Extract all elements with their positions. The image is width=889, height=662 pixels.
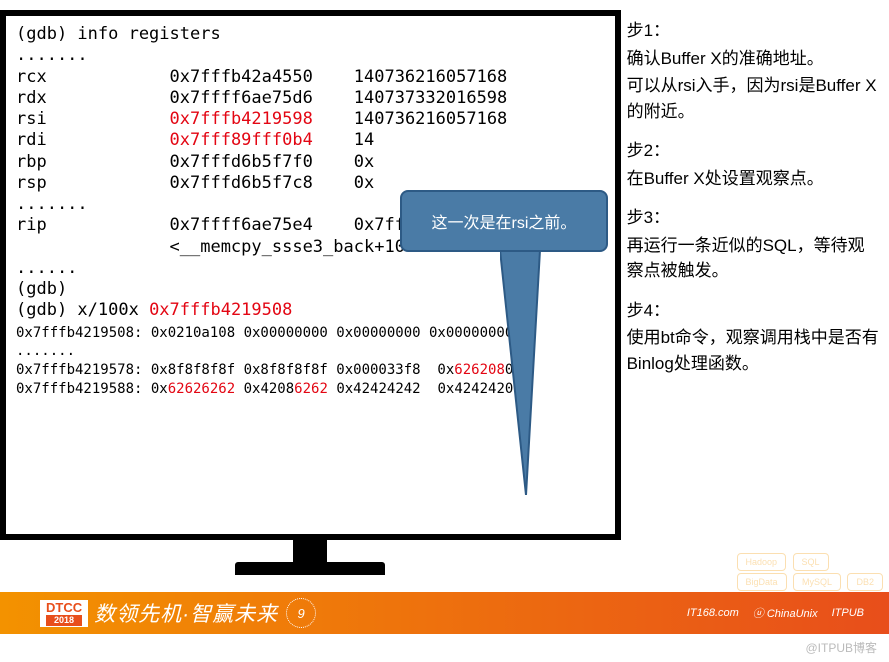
step-text: 在Buffer X处设置观察点。	[627, 166, 881, 192]
hex-tag: Hadoop	[737, 553, 787, 571]
dtcc-text: DTCC	[46, 601, 82, 614]
ellipsis: .......	[16, 45, 605, 66]
sponsor-logo: ⓤ ChinaUnix	[753, 605, 818, 621]
dtcc-year: 2018	[46, 615, 82, 626]
step-text: 可以从rsi入手，因为rsi是Buffer X的附近。	[627, 73, 881, 124]
reg-rdi-dec: 14	[313, 130, 374, 150]
hex-tag: MySQL	[793, 573, 841, 591]
step-1: 步1： 确认Buffer X的准确地址。 可以从rsi入手，因为rsi是Buff…	[627, 18, 881, 124]
step-text: 再运行一条近似的SQL，等待观察点被触发。	[627, 233, 881, 284]
step-3: 步3： 再运行一条近似的SQL，等待观察点被触发。	[627, 205, 881, 284]
reg-rsi-label: rsi	[16, 109, 170, 129]
reg-rdx: rdx 0x7ffff6ae75d6 140737332016598	[16, 88, 605, 109]
steps-panel: 步1： 确认Buffer X的准确地址。 可以从rsi入手，因为rsi是Buff…	[627, 10, 881, 575]
hex-tag: DB2	[847, 573, 883, 591]
reg-rsi: rsi 0x7fffb4219598 140736216057168	[16, 109, 605, 130]
step-2: 步2： 在Buffer X处设置观察点。	[627, 138, 881, 191]
step-title: 步2：	[627, 138, 881, 164]
step-text: 使用bt命令，观察调用栈中是否有Binlog处理函数。	[627, 325, 881, 376]
cmd-prefix: (gdb) x/100x	[16, 300, 149, 320]
hex-background: Hadoop SQL BigData MySQL DB2	[736, 552, 884, 592]
watermark: @ITPUB博客	[805, 639, 877, 656]
hex-tag: BigData	[737, 573, 787, 591]
sponsor-logo: ITPUB	[832, 607, 864, 619]
step-title: 步4：	[627, 298, 881, 324]
dtcc-logo: DTCC 2018	[40, 600, 88, 627]
reg-rdi: rdi 0x7fff89fff0b4 14	[16, 130, 605, 151]
hex-tag: SQL	[793, 553, 829, 571]
callout-bubble: 这一次是在rsi之前。	[400, 190, 608, 252]
footer-badge: 9	[286, 598, 316, 628]
step-text: 确认Buffer X的准确地址。	[627, 46, 881, 72]
cmd-address: 0x7fffb4219508	[149, 300, 292, 320]
callout-text: 这一次是在rsi之前。	[432, 209, 577, 233]
reg-rdi-value: 0x7fff89fff0b4	[170, 130, 313, 150]
monitor-stand	[0, 538, 621, 575]
step-title: 步3：	[627, 205, 881, 231]
reg-rcx: rcx 0x7fffb42a4550 140736216057168	[16, 67, 605, 88]
reg-rsi-dec: 140736216057168	[313, 109, 507, 129]
reg-rbp: rbp 0x7fffd6b5f7f0 0x	[16, 152, 605, 173]
gdb-cmd-info-registers: (gdb) info registers	[16, 24, 605, 45]
footer-slogan: 数领先机·智赢未来	[94, 598, 278, 628]
reg-rdi-label: rdi	[16, 130, 170, 150]
step-4: 步4： 使用bt命令，观察调用栈中是否有Binlog处理函数。	[627, 298, 881, 377]
footer-sponsors: IT168.com ⓤ ChinaUnix ITPUB	[687, 605, 864, 621]
reg-rsi-value: 0x7fffb4219598	[170, 109, 313, 129]
sponsor-logo: IT168.com	[687, 607, 739, 619]
step-title: 步1：	[627, 18, 881, 44]
footer-bar: DTCC 2018 数领先机·智赢未来 9 IT168.com ⓤ ChinaU…	[0, 592, 889, 634]
